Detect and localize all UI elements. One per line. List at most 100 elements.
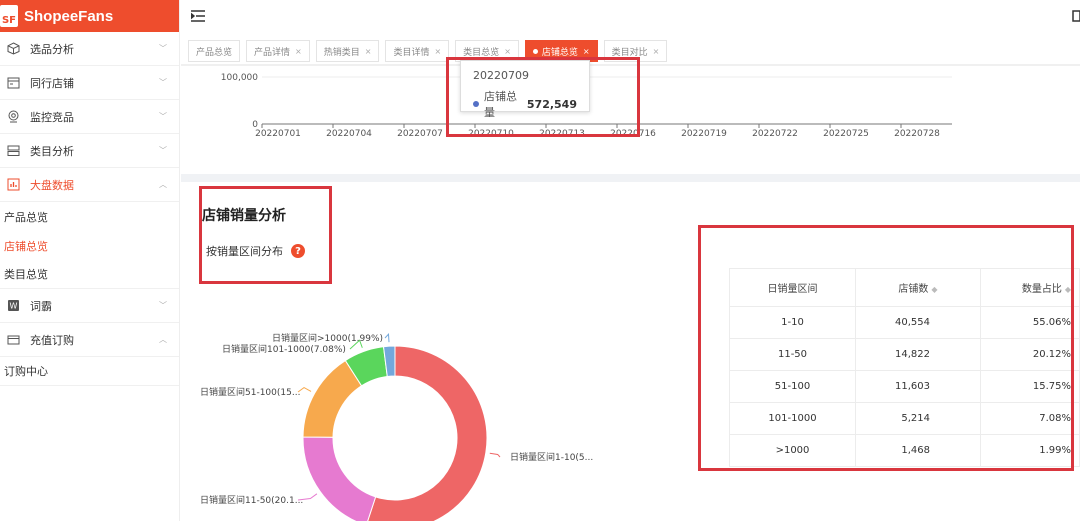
sidebar-item-label: 监控竞品 [30,110,74,124]
chevron-down-icon: ﹀ [159,301,167,310]
chevron-down-icon: ﹀ [159,78,167,87]
chevron-down-icon: ﹀ [159,112,167,121]
header-label: 数量占比 [1021,284,1062,295]
sidebar-item-word-tool[interactable]: W 词霸 ﹀ [0,289,179,323]
close-icon[interactable]: × [434,47,441,56]
slice-label: 日销量区间1-10(5... [510,451,593,463]
chart-tooltip: 20220709 店铺总量 572,549 [460,60,590,119]
sidebar-subitem-order-center[interactable]: 订购中心 [0,357,179,386]
tab-category-detail[interactable]: 类目详情 × [385,40,450,62]
chevron-down-icon: ﹀ [159,146,167,155]
sidebar-item-market-data[interactable]: 大盘数据 ︿ [0,168,179,202]
sidebar-subitem-product-overview[interactable]: 产品总览 [0,202,179,231]
close-icon[interactable]: × [583,47,590,56]
slice-label: 日销量区间101-1000(7.08%) [222,343,346,355]
tab-bar: 产品总览 产品详情 × 热销类目 × 类目详情 × 类目总览 × 店铺总览 × 类目对比 × [181,40,1080,64]
sidebar-subitem-store-overview[interactable]: 店铺总览 [0,231,179,260]
table-row: 11-50 14,822 20.12% [729,338,1080,371]
chart-icon [6,178,20,192]
topbar [181,0,1080,33]
cell-range: 1-10 [729,306,856,339]
sidebar-subitem-category-overview[interactable]: 类目总览 [0,260,179,289]
slice-label: 日销量区间11-50(20.1... [200,494,303,506]
store-total-line-chart: 100,000020220701 20220704 20220707 20220710… [221,73,952,139]
tab-label: 产品详情 [254,47,291,58]
section-separator [181,174,1080,182]
column-header-store-count[interactable]: 店铺数 ◆ [855,268,981,307]
tab-store-overview[interactable]: 店铺总览 × [524,40,598,62]
close-icon[interactable]: × [365,47,372,56]
close-icon[interactable]: × [653,47,660,56]
tab-label: 热销类目 [323,47,360,58]
column-header-share[interactable]: 数量占比 ◆ [980,268,1080,307]
sidebar-item-label: 词霸 [30,299,52,313]
table-header-row: 日销量区间 店铺数 ◆ 数量占比 ◆ [729,268,1080,307]
tab-category-overview[interactable]: 类目总览 × [455,40,519,62]
series-dot-icon [473,101,479,107]
x-tick-label: 20220707 [397,129,443,139]
donut-slice[interactable] [302,436,377,521]
slice-label: 日销量区间51-100(15... [200,386,300,398]
x-tick-label: 20220710 [468,129,514,139]
sidebar: SF ShopeeFans 选品分析 ﹀ 同行店铺 ﹀ 监控竞品 ﹀ 类目分析 … [0,0,180,521]
word-icon: W [6,299,20,313]
sidebar-item-monitor-competitors[interactable]: 监控竞品 ﹀ [0,100,179,134]
tab-product-detail[interactable]: 产品详情 × [246,40,310,62]
sidebar-item-peer-stores[interactable]: 同行店铺 ﹀ [0,66,179,100]
chevron-up-icon: ︿ [159,335,167,344]
label-leader-line [489,452,501,458]
sort-icon[interactable]: ◆ [1065,285,1071,294]
cell-share: 20.12% [980,338,1080,371]
help-icon[interactable]: ? [291,244,305,258]
table-row: 51-100 11,603 15.75% [729,370,1080,403]
cell-share: 1.99% [980,434,1080,467]
x-tick-label: 20220722 [752,129,798,139]
header-label: 日销量区间 [767,284,818,295]
app: SF ShopeeFans 选品分析 ﹀ 同行店铺 ﹀ 监控竞品 ﹀ 类目分析 … [0,0,1080,521]
tab-category-compare[interactable]: 类目对比 × [603,40,668,62]
brand[interactable]: SF ShopeeFans [0,0,179,32]
close-icon[interactable]: × [295,47,302,56]
sidebar-item-label: 大盘数据 [30,178,74,192]
header-label: 店铺数 [898,284,929,295]
tooltip-series-name: 店铺总量 [484,90,517,119]
tab-hot-category[interactable]: 热销类目 × [315,40,380,62]
table-row: >1000 1,468 1.99% [729,434,1080,467]
x-tick-label: 20220713 [539,129,585,139]
x-tick-label: 20220728 [894,129,940,139]
sidebar-item-recharge[interactable]: 充值订购 ︿ [0,323,179,357]
tooltip-date: 20220709 [473,69,529,82]
sidebar-item-product-selection[interactable]: 选品分析 ﹀ [0,32,179,66]
cell-share: 7.08% [980,402,1080,435]
tab-label: 产品总览 [196,47,233,58]
tab-label: 类目总览 [463,47,500,58]
svg-text:W: W [9,302,17,311]
close-icon[interactable]: × [504,47,511,56]
chevron-down-icon: ﹀ [159,44,167,53]
x-tick-label: 20220725 [823,129,869,139]
x-tick-label: 20220704 [326,129,372,139]
sidebar-item-label: 类目分析 [30,144,74,158]
sales-range-donut-chart: 日销量区间1-10(5... 日销量区间11-50(20.1... 日销量区间51-… [200,332,593,521]
table-row: 1-10 40,554 55.06% [729,306,1080,339]
menu-fold-icon[interactable] [191,10,205,22]
cell-range: >1000 [729,434,856,467]
cell-share: 55.06% [980,306,1080,339]
cell-share: 15.75% [980,370,1080,403]
sort-icon[interactable]: ◆ [931,285,937,294]
sidebar-item-category-analysis[interactable]: 类目分析 ﹀ [0,134,179,168]
column-header-range: 日销量区间 [729,268,856,307]
x-tick-label: 20220719 [681,129,727,139]
chevron-up-icon: ︿ [159,180,167,189]
cell-store-count: 11,603 [855,370,981,403]
tab-label: 店铺总览 [541,47,578,58]
y-tick-label: 100,000 [221,73,258,83]
cell-range: 51-100 [729,370,856,403]
cell-store-count: 14,822 [855,338,981,371]
cell-range: 11-50 [729,338,856,371]
window-icon[interactable] [1072,10,1080,22]
section-subtitle: 按销量区间分布 ? [206,243,305,259]
sidebar-item-label: 充值订购 [30,333,74,347]
x-tick-label: 20220701 [255,129,301,139]
tab-product-overview[interactable]: 产品总览 [188,40,241,62]
